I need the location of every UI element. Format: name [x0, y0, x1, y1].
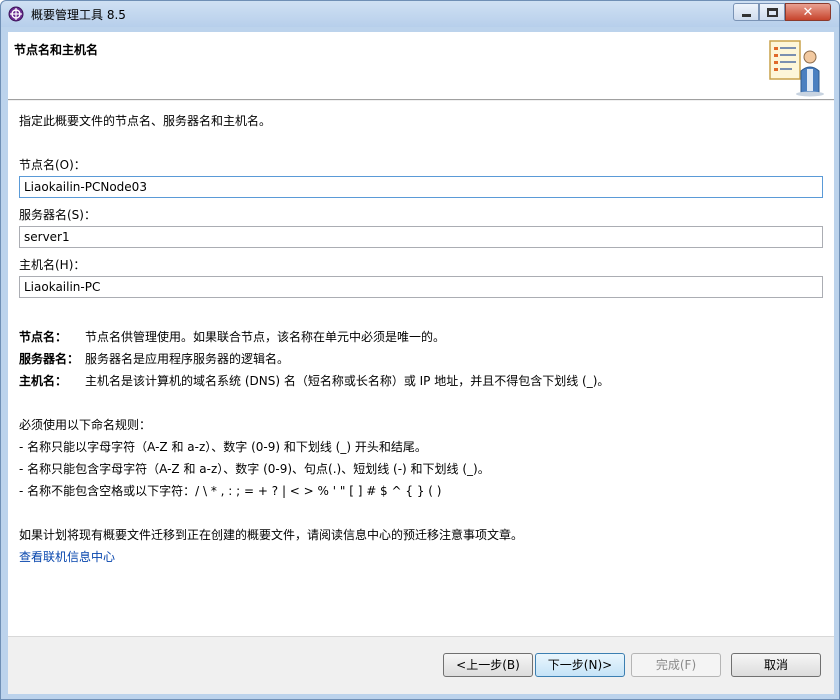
maximize-icon	[766, 7, 778, 17]
header-banner: 节点名和主机名	[8, 32, 834, 100]
node-name-term: 节点名：	[19, 330, 68, 344]
host-name-field[interactable]: Liaokailin-PC	[19, 276, 823, 298]
button-bar: <上一步(B) 下一步(N)> 完成(F) 取消	[8, 636, 834, 694]
finish-button[interactable]: 完成(F)	[631, 653, 721, 677]
server-name-label: 服务器名(S)：	[19, 208, 96, 222]
cancel-button[interactable]: 取消	[731, 653, 821, 677]
info-center-link[interactable]: 查看联机信息中心	[19, 548, 115, 565]
page-title: 节点名和主机名	[14, 43, 99, 57]
profile-wizard-icon	[769, 40, 824, 97]
host-name-term: 主机名：	[19, 374, 68, 388]
naming-rule-item: - 名称只能以字母字符（A-Z 和 a-z）、数字 (0-9) 和下划线 (_)…	[19, 440, 427, 454]
app-icon	[8, 6, 24, 22]
migration-note: 如果计划将现有概要文件迁移到正在创建的概要文件，请阅读信息中心的预迁移注意事项文…	[19, 528, 524, 542]
profile-management-window: 概要管理工具 8.5 ✕ 节点名和主机名 指定此概要文件的节点名、服务器名和主机…	[0, 0, 840, 700]
close-icon: ✕	[802, 4, 814, 20]
host-name-label: 主机名(H)：	[19, 258, 86, 272]
node-name-field[interactable]: Liaokailin-PCNode03	[19, 176, 823, 198]
naming-rule-item: - 名称只能包含字母字符（A-Z 和 a-z）、数字 (0-9)、句点(.)、短…	[19, 462, 490, 476]
server-name-term: 服务器名：	[19, 352, 80, 366]
back-button[interactable]: <上一步(B)	[443, 653, 533, 677]
node-name-description: 节点名供管理使用。如果联合节点，该名称在单元中必须是唯一的。	[85, 330, 446, 344]
server-name-field[interactable]: server1	[19, 226, 823, 248]
naming-rule-item: - 名称不能包含空格或以下字符：/ \ * , : ; = + ? | < > …	[19, 484, 442, 498]
title-bar[interactable]: 概要管理工具 8.5 ✕	[1, 1, 839, 27]
next-button[interactable]: 下一步(N)>	[535, 653, 625, 677]
close-button[interactable]: ✕	[785, 3, 831, 21]
intro-text: 指定此概要文件的节点名、服务器名和主机名。	[19, 114, 272, 128]
host-name-description: 主机名是该计算机的域名系统 (DNS) 名（短名称或长名称）或 IP 地址，并且…	[85, 374, 610, 388]
node-name-label: 节点名(O)：	[19, 158, 86, 172]
maximize-button[interactable]	[759, 3, 785, 21]
wizard-content: 指定此概要文件的节点名、服务器名和主机名。 节点名(O)： Liaokailin…	[8, 101, 834, 636]
dialog-client-area: 节点名和主机名 指定此概要文件的节点名、服务器名和主机名。 节点名(O)： Li…	[8, 32, 834, 694]
naming-rules-heading: 必须使用以下命名规则：	[19, 418, 152, 432]
minimize-button[interactable]	[733, 3, 759, 21]
minimize-icon	[741, 13, 751, 17]
window-title: 概要管理工具 8.5	[31, 8, 126, 22]
server-name-description: 服务器名是应用程序服务器的逻辑名。	[85, 352, 290, 366]
